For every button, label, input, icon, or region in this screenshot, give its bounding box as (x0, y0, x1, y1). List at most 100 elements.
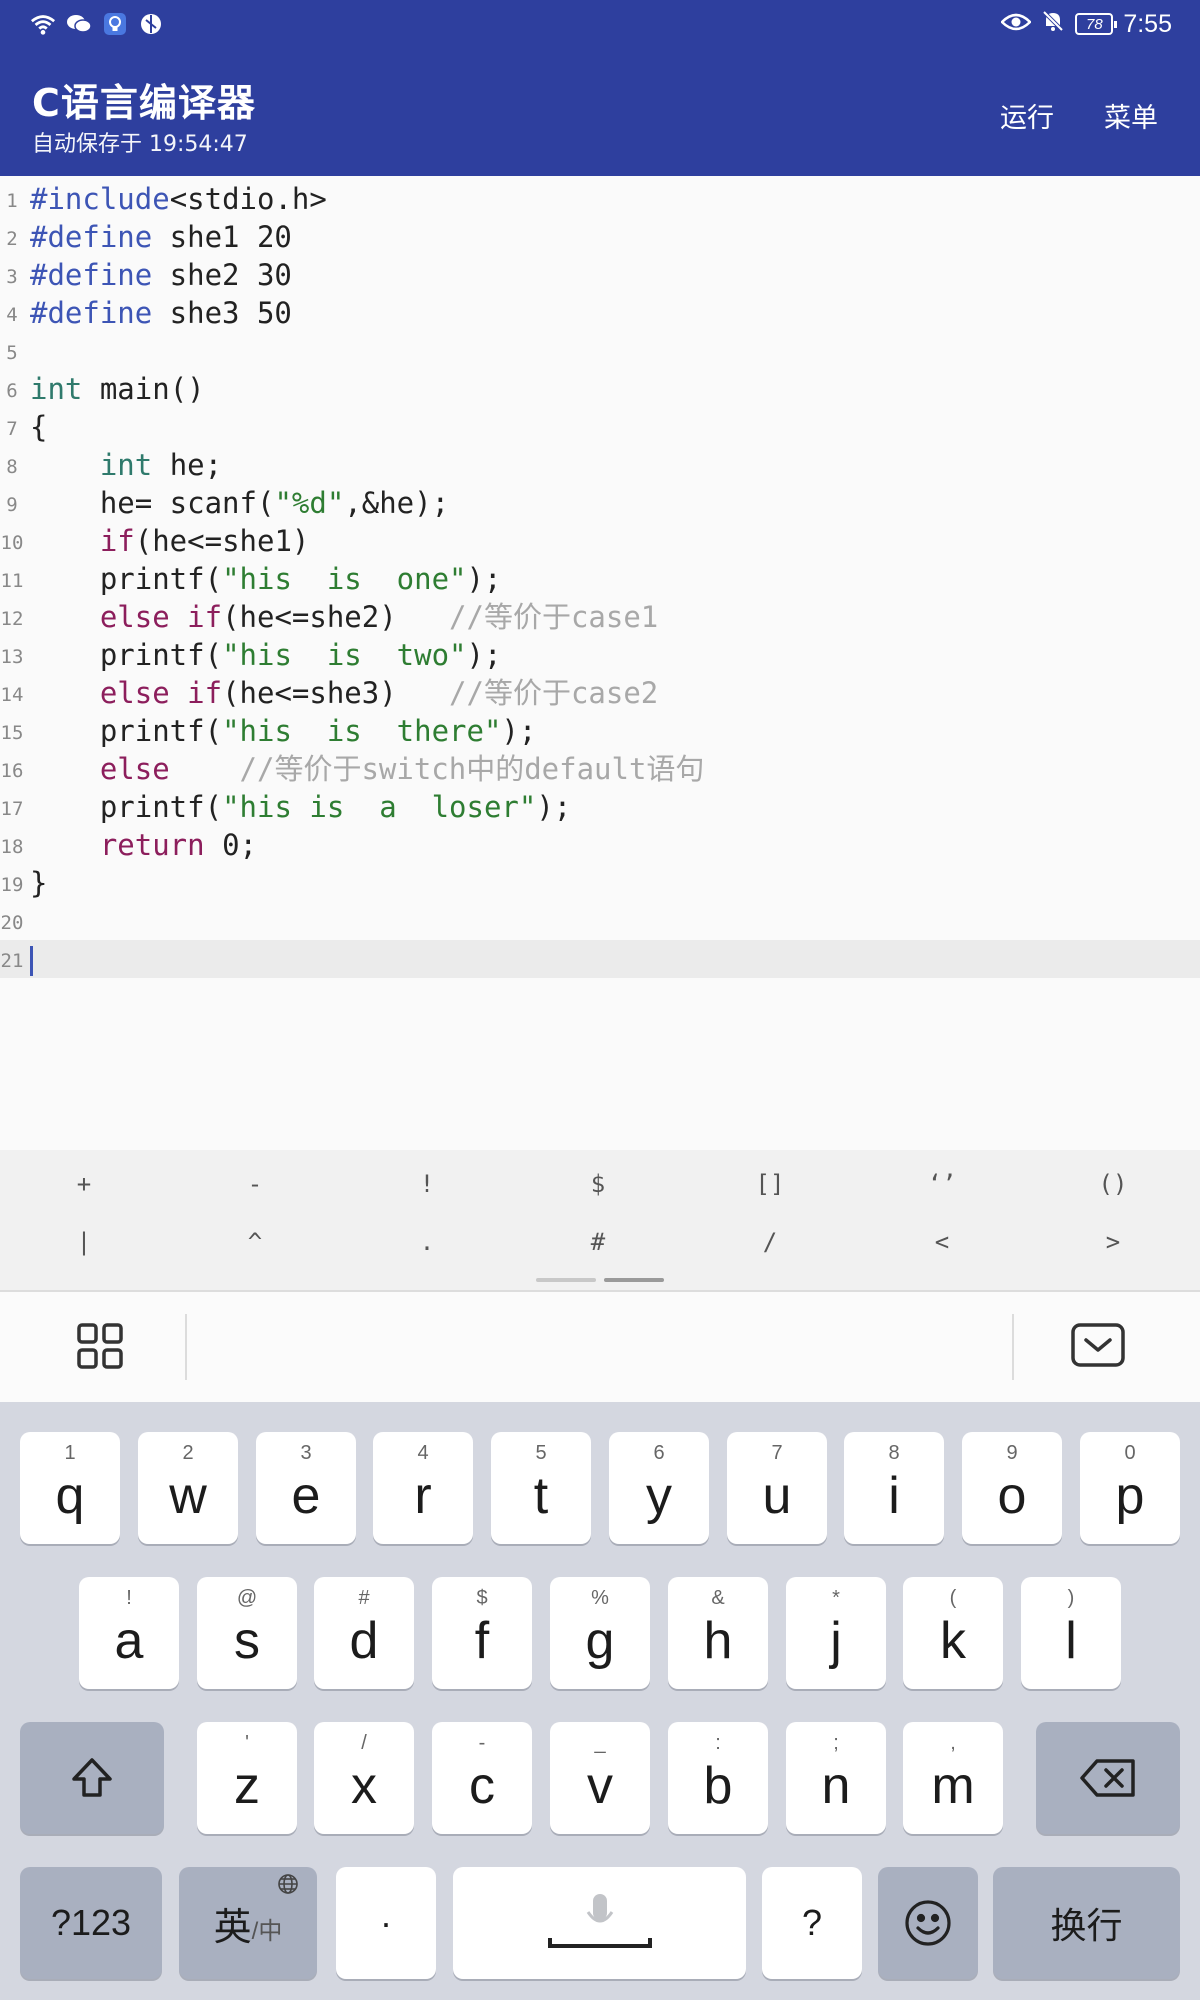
key-r[interactable]: 4r (373, 1432, 473, 1544)
key-s[interactable]: @ s (197, 1577, 297, 1689)
symbol-key[interactable]: . (387, 1228, 467, 1256)
code-line[interactable]: 1 #include<stdio.h> (0, 180, 1200, 218)
symbol-key[interactable]: ^ (215, 1228, 295, 1256)
key-x[interactable]: / x (314, 1722, 414, 1834)
symbol-key[interactable]: () (1073, 1170, 1153, 1198)
emoji-key[interactable] (878, 1867, 978, 1979)
code-line[interactable]: 17 printf("his is a loser"); (0, 788, 1200, 826)
soft-keyboard: 1 q 2 w 3 e 4 r 5 t 6 y 7 u 8 i 9 o 0 p! a @ s # d $ f% g & h * j(k) l ' z… (0, 1402, 1200, 2000)
code-line[interactable]: 14 else if(he<=she3) //等价于case2 (0, 674, 1200, 712)
key-m[interactable]: ,m (903, 1722, 1003, 1834)
key-t[interactable]: 5t (491, 1432, 591, 1544)
line-number: 5 (6, 342, 18, 364)
shift-key[interactable] (20, 1722, 164, 1834)
dot-key[interactable]: · (336, 1867, 436, 1979)
key-k[interactable]: (k (903, 1577, 1003, 1689)
key-u[interactable]: 7u (727, 1432, 827, 1544)
key-hint: 2 (182, 1442, 194, 1464)
backspace-key[interactable] (1036, 1722, 1180, 1834)
grid-icon[interactable] (76, 1322, 124, 1370)
key-y[interactable]: 6y (609, 1432, 709, 1544)
keyboard-hide-icon[interactable] (1070, 1322, 1126, 1370)
key-p[interactable]: 0p (1080, 1432, 1180, 1544)
symbol-key[interactable]: $ (558, 1170, 638, 1198)
symbol-key[interactable]: ! (387, 1170, 467, 1198)
code-line[interactable]: 11 printf("his is one"); (0, 560, 1200, 598)
code-line[interactable]: 10 if(he<=she1) (0, 522, 1200, 560)
status-bar-right: 78 7:55 (1000, 8, 1172, 40)
code-line[interactable]: 8 int he; (0, 446, 1200, 484)
question-key[interactable]: ? (762, 1867, 862, 1979)
key-label: k (940, 1612, 966, 1670)
code-line[interactable]: 7{ (0, 408, 1200, 446)
code-line[interactable]: 13 printf("his is two"); (0, 636, 1200, 674)
language-key[interactable]: 英/中 (179, 1867, 317, 1979)
line-code: he= scanf("%d",&he); (30, 486, 449, 520)
key-j[interactable]: * j (786, 1577, 886, 1689)
key-hint: 5 (535, 1442, 547, 1464)
code-token: { (30, 410, 48, 444)
key-label: t (533, 1467, 549, 1525)
symbol-key[interactable]: # (558, 1228, 638, 1256)
line-code: else //等价于switch中的default语句 (30, 752, 705, 786)
code-line[interactable]: 9 he= scanf("%d",&he); (0, 484, 1200, 522)
code-line[interactable]: 16 else //等价于switch中的default语句 (0, 750, 1200, 788)
key-f[interactable]: $ f (432, 1577, 532, 1689)
symbol-key[interactable]: > (1073, 1228, 1153, 1256)
code-token: he= scanf( (30, 486, 275, 520)
code-token: (he<=she2) (222, 600, 450, 634)
code-token: //等价于case2 (449, 676, 659, 710)
code-line[interactable]: 18 return 0; (0, 826, 1200, 864)
enter-key[interactable]: 换行 (993, 1867, 1180, 1979)
code-line[interactable]: 5 (0, 332, 1200, 370)
key-label: e (291, 1467, 321, 1525)
code-line[interactable]: 15 printf("his is there"); (0, 712, 1200, 750)
key-h[interactable]: & h (668, 1577, 768, 1689)
symbol-key[interactable]: < (902, 1228, 982, 1256)
key-l[interactable]: ) l (1021, 1577, 1121, 1689)
code-line[interactable]: 12 else if(he<=she2) //等价于case1 (0, 598, 1200, 636)
key-o[interactable]: 9o (962, 1432, 1062, 1544)
code-line[interactable]: 4 #define she3 50 (0, 294, 1200, 332)
key-b[interactable]: :b (668, 1722, 768, 1834)
code-token: else if (99, 600, 223, 634)
key-label: a (114, 1612, 144, 1670)
menu-button[interactable]: 菜单 (1104, 96, 1158, 135)
run-button[interactable]: 运行 (1000, 96, 1054, 135)
key-a[interactable]: ! a (79, 1577, 179, 1689)
code-line[interactable]: 3 #define she2 30 (0, 256, 1200, 294)
key-n[interactable]: ; n (786, 1722, 886, 1834)
line-number: 19 (0, 874, 24, 896)
key-label: h (703, 1612, 733, 1670)
symbol-key[interactable]: ‘’ (902, 1170, 982, 1198)
code-line[interactable]: 19} (0, 864, 1200, 902)
key-z[interactable]: ' z (197, 1722, 297, 1834)
key-label: o (997, 1467, 1027, 1525)
symbol-key[interactable]: + (44, 1170, 124, 1198)
code-editor[interactable]: 1 #include<stdio.h> 2 #define she1 20 3 #defi… (0, 176, 1200, 1150)
symbol-key[interactable]: [] (730, 1170, 810, 1198)
code-line[interactable]: 6 int main() (0, 370, 1200, 408)
symbol-key[interactable]: - (215, 1170, 295, 1198)
code-line[interactable]: 21 (0, 940, 1200, 978)
symbol-key[interactable]: | (44, 1228, 124, 1256)
key-i[interactable]: 8i (844, 1432, 944, 1544)
key-hint: % (591, 1587, 609, 1609)
code-line[interactable]: 20 (0, 902, 1200, 940)
key-q[interactable]: 1q (20, 1432, 120, 1544)
key-w[interactable]: 2w (138, 1432, 238, 1544)
line-number: 9 (6, 494, 18, 516)
numbers-key[interactable]: ?123 (20, 1867, 162, 1979)
space-key[interactable] (453, 1867, 746, 1979)
code-line[interactable]: 2 #define she1 20 (0, 218, 1200, 256)
key-c[interactable]: -c (432, 1722, 532, 1834)
line-number: 14 (0, 684, 24, 706)
key-label: v (587, 1757, 613, 1815)
symbol-key[interactable]: / (730, 1228, 810, 1256)
key-g[interactable]: % g (550, 1577, 650, 1689)
line-code: else if(he<=she2) //等价于case1 (30, 600, 658, 634)
key-d[interactable]: # d (314, 1577, 414, 1689)
key-e[interactable]: 3e (256, 1432, 356, 1544)
key-v[interactable]: _ v (550, 1722, 650, 1834)
